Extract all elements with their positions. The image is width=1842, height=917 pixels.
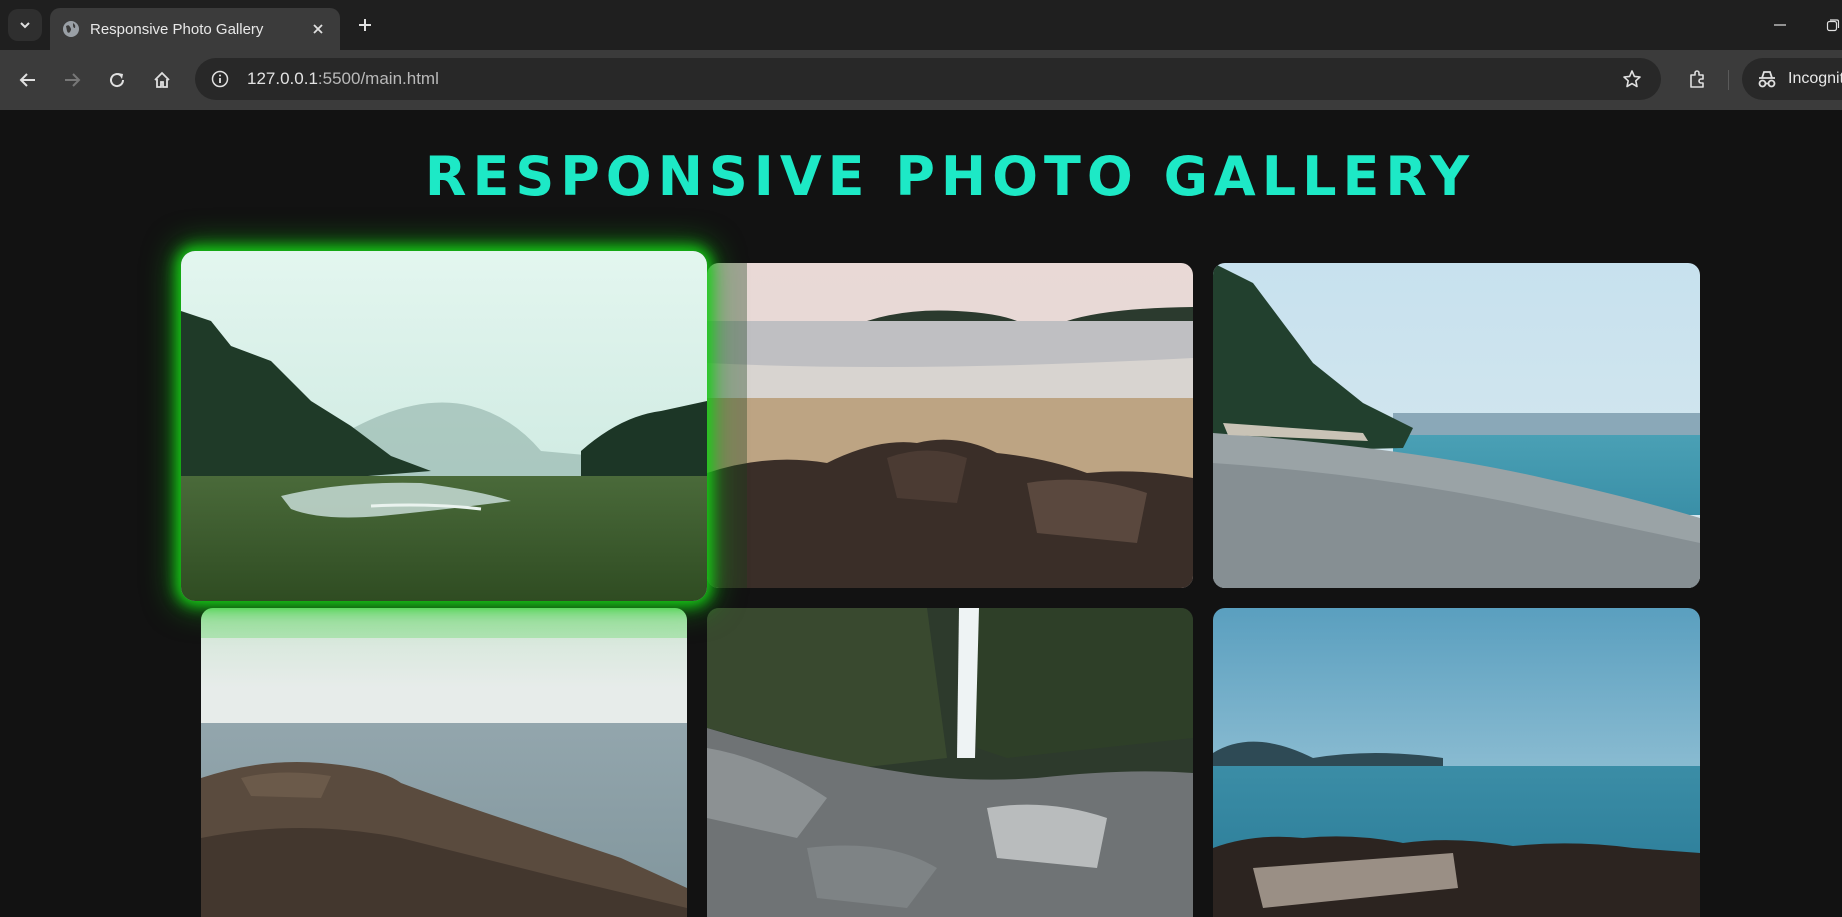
extensions-icon <box>1690 70 1704 88</box>
gallery-photo[interactable] <box>181 251 707 601</box>
address-bar[interactable]: 127.0.0.1:5500/main.html <box>195 58 1661 100</box>
restore-button[interactable] <box>1818 10 1842 40</box>
tab-title: Responsive Photo Gallery <box>90 20 264 38</box>
bookmark-button[interactable] <box>1619 66 1645 92</box>
home-button[interactable] <box>146 64 178 96</box>
star-icon <box>1623 70 1641 88</box>
extensions-button[interactable] <box>1680 62 1714 96</box>
reload-icon <box>110 73 125 88</box>
page-viewport: RESPONSIVE PHOTO GALLERY <box>0 110 1842 917</box>
profile-label: Incognito <box>1788 70 1842 87</box>
close-tab-button[interactable] <box>304 15 332 43</box>
close-icon <box>313 24 323 34</box>
tab-search-button[interactable] <box>8 9 42 41</box>
forest-valley-image <box>181 251 707 601</box>
new-tab-button[interactable] <box>350 10 380 40</box>
globe-icon <box>63 21 79 37</box>
back-button[interactable] <box>12 64 44 96</box>
beach-rocks-image <box>707 263 1193 588</box>
gallery-photo[interactable] <box>707 608 1193 917</box>
url-text[interactable]: 127.0.0.1:5500/main.html <box>247 69 439 89</box>
profile-button[interactable]: Incognito <box>1742 58 1842 100</box>
browser-toolbar: 127.0.0.1:5500/main.html Incognito <box>0 50 1842 110</box>
gallery-photo[interactable] <box>707 263 1193 588</box>
gallery-photo[interactable] <box>1213 608 1700 917</box>
chevron-down-icon <box>20 22 30 29</box>
active-tab[interactable]: Responsive Photo Gallery <box>50 8 340 50</box>
site-info-icon <box>211 70 229 88</box>
gallery-photo[interactable] <box>1213 263 1700 588</box>
page-title: RESPONSIVE PHOTO GALLERY <box>424 145 1476 208</box>
forward-button[interactable] <box>56 64 88 96</box>
tab-strip: Responsive Photo Gallery <box>0 0 1842 50</box>
pebble-beach-image <box>1213 263 1700 588</box>
minimize-button[interactable] <box>1765 10 1795 40</box>
url-host: 127.0.0.1 <box>247 69 318 88</box>
restore-icon <box>1826 19 1840 32</box>
minimize-icon <box>1774 24 1786 26</box>
forward-icon <box>65 73 81 87</box>
gallery-photo[interactable] <box>201 608 687 917</box>
rocky-shore-image <box>201 608 687 917</box>
home-icon <box>154 71 170 88</box>
plus-icon <box>359 19 371 31</box>
back-icon <box>19 73 35 87</box>
incognito-icon <box>1758 71 1776 88</box>
reload-button[interactable] <box>101 64 133 96</box>
url-path: :5500/main.html <box>317 69 439 88</box>
waterfall-image <box>707 608 1193 917</box>
blue-sea-image <box>1213 608 1700 917</box>
site-info-button[interactable] <box>207 66 233 92</box>
toolbar-divider <box>1728 70 1729 90</box>
